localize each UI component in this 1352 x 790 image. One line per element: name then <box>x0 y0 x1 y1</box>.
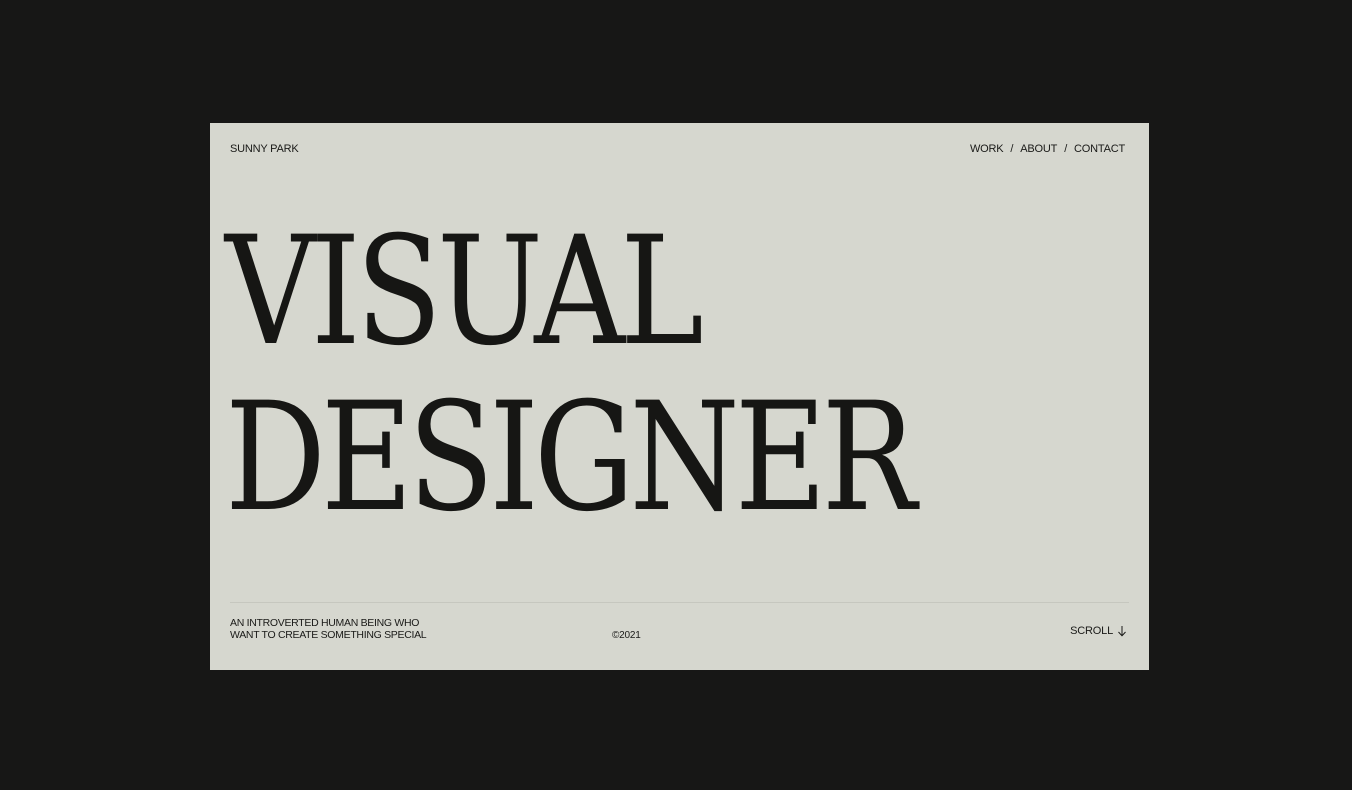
hero-title-line-1: VISUAL <box>225 205 704 379</box>
tagline-line-1: AN INTROVERTED HUMAN BEING WHO <box>230 617 420 629</box>
copyright-text: ©2021 <box>612 630 641 641</box>
tagline-line-2: WANT TO CREATE SOMETHING SPECIAL <box>230 629 427 641</box>
nav-separator: / <box>1064 143 1068 155</box>
nav-separator: / <box>1010 143 1014 155</box>
nav-about-link[interactable]: ABOUT <box>1020 143 1057 155</box>
scroll-button[interactable]: SCROLL <box>1070 625 1127 637</box>
page-background: SUNNY PARK WORK / ABOUT / CONTACT VISUAL… <box>0 0 1352 790</box>
website-preview-card: SUNNY PARK WORK / ABOUT / CONTACT VISUAL… <box>210 123 1149 670</box>
nav-contact-link[interactable]: CONTACT <box>1074 143 1125 155</box>
tagline: AN INTROVERTED HUMAN BEING WHO WANT TO C… <box>230 617 427 641</box>
main-nav: WORK / ABOUT / CONTACT <box>970 143 1125 155</box>
brand-logo[interactable]: SUNNY PARK <box>230 143 299 155</box>
arrow-down-icon <box>1117 625 1127 637</box>
hero-title-line-2: DESIGNER <box>225 371 917 545</box>
hero-title: VISUAL DESIGNER <box>225 209 1042 541</box>
footer-divider <box>230 602 1129 603</box>
nav-work-link[interactable]: WORK <box>970 143 1004 155</box>
scroll-label: SCROLL <box>1070 625 1113 637</box>
